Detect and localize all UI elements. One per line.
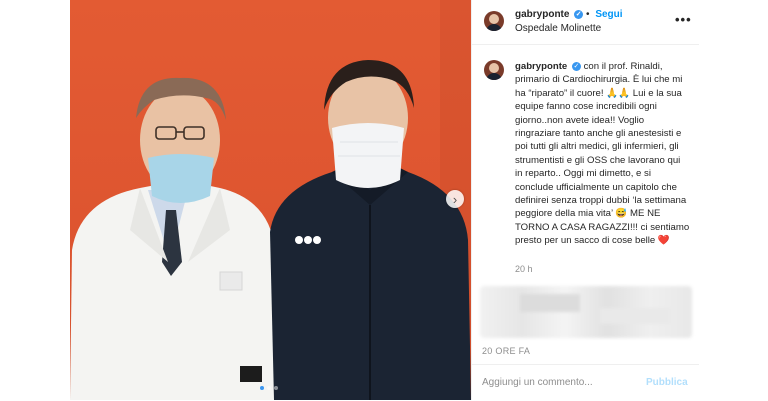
separator-dot: • (586, 9, 590, 20)
header-username[interactable]: gabryponte (515, 9, 569, 20)
carousel-dot-2 (267, 386, 271, 390)
carousel-dot-1 (260, 386, 264, 390)
post-header: gabryponte ✓ • Segui Ospedale Molinette … (472, 0, 699, 45)
header-user-line: gabryponte ✓ • Segui (515, 9, 623, 20)
caption-timestamp[interactable]: 20 h (515, 264, 533, 274)
chevron-right-icon: › (452, 191, 458, 207)
post-side-panel: gabryponte ✓ • Segui Ospedale Molinette … (471, 0, 699, 400)
comment-bar: Aggiungi un commento... Pubblica (472, 364, 699, 401)
blurred-comments (480, 286, 692, 338)
instagram-post: › gabryponte ✓ • Segui Ospedale Molinett… (70, 0, 699, 400)
avatar[interactable] (484, 11, 504, 31)
caption-username[interactable]: gabryponte (515, 61, 567, 72)
follow-button[interactable]: Segui (595, 9, 622, 20)
verified-badge-icon: ✓ (574, 10, 584, 19)
post-photo: › (70, 0, 471, 400)
post-date[interactable]: 20 ORE FA (482, 346, 530, 356)
doctor-figure (70, 77, 280, 400)
caption-avatar[interactable] (484, 60, 504, 80)
more-options-icon[interactable]: ••• (675, 12, 692, 27)
caption-verified-badge-icon: ✓ (571, 62, 581, 71)
photo-illustration (70, 0, 471, 400)
post-caption: gabryponte ✓ con il prof. Rinaldi, prima… (515, 60, 690, 248)
publish-button[interactable]: Pubblica (646, 377, 688, 388)
comment-input[interactable]: Aggiungi un commento... (482, 377, 593, 388)
next-slide-button[interactable]: › (446, 190, 464, 208)
location-link[interactable]: Ospedale Molinette (515, 23, 601, 34)
caption-text: con il prof. Rinaldi, primario di Cardio… (515, 61, 690, 247)
carousel-dot-3 (274, 386, 278, 390)
carousel-indicator (260, 386, 278, 390)
